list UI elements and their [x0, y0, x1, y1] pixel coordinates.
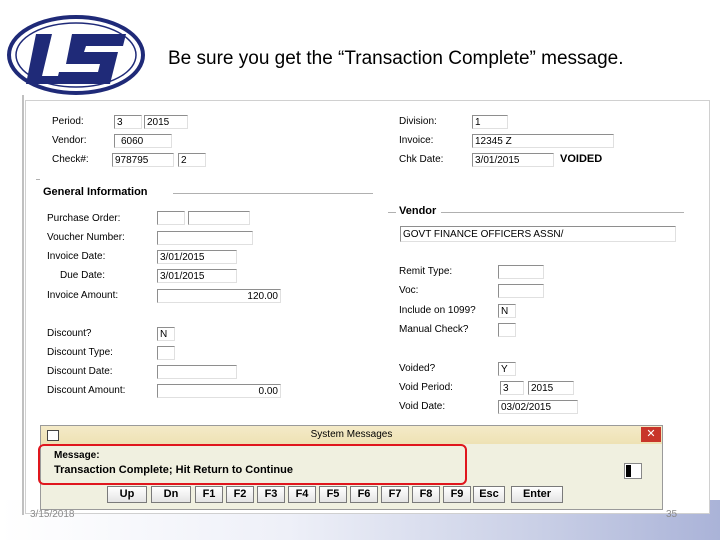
remit-type-field[interactable] — [498, 265, 544, 279]
discount-amount-field[interactable]: 0.00 — [157, 384, 281, 398]
period-label: Period: — [52, 116, 84, 127]
void-date-label: Void Date: — [399, 401, 446, 412]
f2-button[interactable]: F2 — [226, 486, 254, 503]
voucher-number-label: Voucher Number: — [47, 232, 125, 243]
period-year-field[interactable]: 2015 — [144, 115, 188, 129]
division-label: Division: — [399, 116, 437, 127]
voided-field[interactable]: Y — [498, 362, 516, 376]
general-information-header: General Information — [43, 186, 148, 198]
page-number: 35 — [666, 509, 678, 520]
manual-check-field[interactable] — [498, 323, 516, 337]
voucher-number-field[interactable] — [157, 231, 253, 245]
remit-type-label: Remit Type: — [399, 266, 453, 277]
dialog-titlebar[interactable]: System Messages ✕ — [41, 426, 662, 444]
purchase-order-field[interactable] — [188, 211, 250, 225]
f6-button[interactable]: F6 — [350, 486, 378, 503]
f1-button[interactable]: F1 — [195, 486, 223, 503]
vendor-label: Vendor: — [52, 135, 87, 146]
invoice-date-field[interactable]: 3/01/2015 — [157, 250, 237, 264]
vendor-field[interactable]: 6060 — [114, 134, 172, 148]
check-suffix-field[interactable]: 2 — [178, 153, 206, 167]
due-date-field[interactable]: 3/01/2015 — [157, 269, 237, 283]
group-border — [173, 193, 373, 194]
f8-button[interactable]: F8 — [412, 486, 440, 503]
f9-button[interactable]: F9 — [443, 486, 471, 503]
void-period-label: Void Period: — [399, 382, 453, 393]
discount-type-field[interactable] — [157, 346, 175, 360]
due-date-label: Due Date: — [60, 270, 106, 281]
voc-label: Voc: — [399, 285, 419, 296]
f3-button[interactable]: F3 — [257, 486, 285, 503]
f4-button[interactable]: F4 — [288, 486, 316, 503]
void-date-field[interactable]: 03/02/2015 — [498, 400, 578, 414]
close-icon[interactable]: ✕ — [641, 427, 661, 442]
invoice-field[interactable]: 12345 Z — [472, 134, 614, 148]
message-highlight-callout — [38, 444, 467, 485]
invoice-amount-field[interactable]: 120.00 — [157, 289, 281, 303]
divider — [22, 95, 24, 515]
include-1099-label: Include on 1099? — [399, 305, 476, 316]
slide-title: Be sure you get the “Transaction Complet… — [168, 48, 624, 69]
discount-date-field[interactable] — [157, 365, 237, 379]
discount-date-label: Discount Date: — [47, 366, 113, 377]
purchase-order-label: Purchase Order: — [47, 213, 121, 224]
logo — [7, 15, 145, 95]
check-number-label: Check#: — [52, 154, 89, 165]
f7-button[interactable]: F7 — [381, 486, 409, 503]
vendor-name-field[interactable]: GOVT FINANCE OFFICERS ASSN/ — [400, 226, 676, 242]
dialog-title: System Messages — [310, 429, 393, 440]
enter-button[interactable]: Enter — [511, 486, 563, 503]
esc-button[interactable]: Esc — [473, 486, 505, 503]
discount-type-label: Discount Type: — [47, 347, 113, 358]
vendor-group-header: Vendor — [399, 205, 437, 217]
input-cursor-box[interactable] — [624, 463, 642, 479]
discount-field[interactable]: N — [157, 327, 175, 341]
f5-button[interactable]: F5 — [319, 486, 347, 503]
voided-status: VOIDED — [560, 153, 603, 165]
invoice-label: Invoice: — [399, 135, 434, 146]
check-date-label: Chk Date: — [399, 154, 444, 165]
footer-date: 3/15/2018 — [30, 509, 75, 520]
voided-label: Voided? — [399, 363, 436, 374]
group-border — [388, 212, 396, 213]
purchase-order-prefix-field[interactable] — [157, 211, 185, 225]
discount-label: Discount? — [47, 328, 92, 339]
invoice-amount-label: Invoice Amount: — [47, 290, 119, 301]
up-button[interactable]: Up — [107, 486, 147, 503]
manual-check-label: Manual Check? — [399, 324, 469, 335]
voc-field[interactable] — [498, 284, 544, 298]
period-field[interactable]: 3 — [114, 115, 142, 129]
group-border — [441, 212, 684, 213]
check-number-field[interactable]: 978795 — [112, 153, 174, 167]
invoice-date-label: Invoice Date: — [47, 251, 106, 262]
text-cursor-icon — [626, 465, 631, 477]
dn-button[interactable]: Dn — [151, 486, 191, 503]
group-border — [36, 179, 40, 180]
include-1099-field[interactable]: N — [498, 304, 516, 318]
discount-amount-label: Discount Amount: — [47, 385, 126, 396]
void-period-field[interactable]: 3 — [500, 381, 524, 395]
check-date-field[interactable]: 3/01/2015 — [472, 153, 554, 167]
division-field[interactable]: 1 — [472, 115, 508, 129]
void-period-year-field[interactable]: 2015 — [528, 381, 574, 395]
